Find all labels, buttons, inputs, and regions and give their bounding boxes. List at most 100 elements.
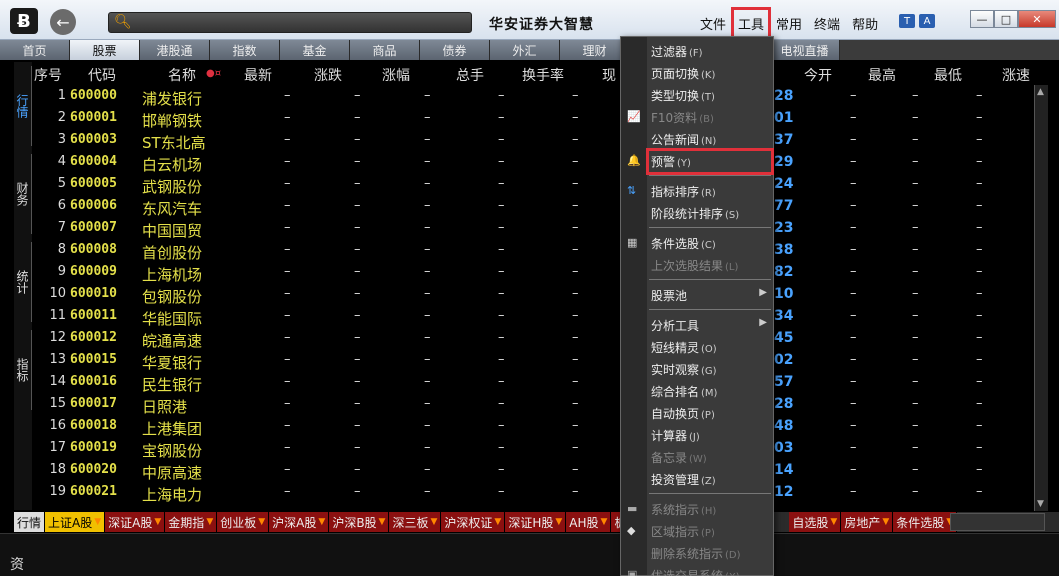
table-row[interactable]: 12 600012 皖通高速 – – – – – – – – 45 [32,327,1042,350]
column-header-6[interactable]: 总手 [456,65,484,85]
tools-menu-item-18[interactable]: 投资管理 (Z) [651,471,769,488]
table-row[interactable]: 11 600011 华能国际 – – – – – – – – 34 [32,305,1042,328]
tab-0[interactable]: 首页 [0,40,70,60]
column-header-11[interactable]: 最低 [934,65,962,85]
maximize-button[interactable]: □ [994,10,1018,28]
tools-menu-item-4[interactable]: 公告新闻 (N) [651,131,769,148]
close-button[interactable]: ✕ [1018,10,1056,28]
table-row[interactable]: 13 600015 华夏银行 – – – – – – – – 02 [32,349,1042,372]
mini-icon-0[interactable]: T [899,14,915,28]
menu-1[interactable]: 工具 [731,7,772,40]
tools-menu-item-13[interactable]: 实时观察 (G) [651,361,769,378]
column-header-8[interactable]: 现 [602,65,616,85]
bottom-tab-right-1[interactable]: 房地产 ▼ [841,512,894,532]
bottom-tab-1[interactable]: 上证A股 ▼ [45,512,106,532]
tools-menu-item-14[interactable]: 综合排名 (M) [651,383,769,400]
bottom-tab-4[interactable]: 创业板 ▼ [217,512,270,532]
tools-menu-item-2[interactable]: 类型切换 (T) [651,87,769,104]
mini-icon-1[interactable]: A [919,14,935,28]
tab-1[interactable]: 股票 [70,40,140,60]
tools-menu-item-17[interactable]: 备忘录 (W) [651,449,769,466]
horizontal-scrollbar[interactable] [950,513,1045,531]
menu-4[interactable]: 帮助 [852,14,878,33]
tab-6[interactable]: 债券 [420,40,490,60]
tools-menu-item-21[interactable]: 删除系统指示 (D) [651,545,769,562]
tools-menu-item-12[interactable]: 短线精灵 (O) [651,339,769,356]
tab-11[interactable]: 电视直播 [770,40,840,60]
menu-0[interactable]: 文件 [700,14,726,33]
stock-name: 邯郸钢铁 [142,112,203,130]
tab-3[interactable]: 指数 [210,40,280,60]
bottom-tab-right-0[interactable]: 自选股 ▼ [789,512,842,532]
table-row[interactable]: 14 600016 民生银行 – – – – – – – – 57 [32,371,1042,394]
scroll-down-icon[interactable]: ▼ [1037,499,1044,509]
tools-menu-item-19[interactable]: 系统指示 (H) [651,501,769,518]
table-row[interactable]: 16 600018 上港集团 – – – – – – – – 48 [32,415,1042,438]
bottom-tab-6[interactable]: 沪深B股 ▼ [329,512,390,532]
vertical-scrollbar[interactable]: ▲ ▼ [1034,85,1048,511]
tools-menu-item-5[interactable]: 预警 (Y) [646,148,774,175]
column-header-10[interactable]: 最高 [868,65,896,85]
tools-menu-item-0[interactable]: 过滤器 (F) [651,43,769,60]
tools-menu-item-16[interactable]: 计算器 (J) [651,427,769,444]
column-header-5[interactable]: 涨幅 [382,65,410,85]
scroll-up-icon[interactable]: ▲ [1037,87,1044,97]
bottom-tab-0[interactable]: 行情 [14,512,46,532]
tools-menu-item-22[interactable]: 优选交易系统(X) [651,567,769,576]
table-row[interactable]: 7 600007 中国国贸 – – – – – – – – 23 [32,217,1042,240]
side-tab-3[interactable]: 指标 [14,330,32,410]
column-header-3[interactable]: 最新 [244,65,272,85]
column-header-2[interactable]: 名称 [168,65,196,85]
column-header-9[interactable]: 今开 [804,65,832,85]
table-row[interactable]: 10 600010 包钢股份 – – – – – – – – 10 [32,283,1042,306]
tools-menu-item-11[interactable]: 分析工具 ▶ [651,317,769,334]
menu-2[interactable]: 常用 [776,14,802,33]
tools-menu-item-7[interactable]: 阶段统计排序 (S) [651,205,769,222]
table-row[interactable]: 17 600019 宝钢股份 – – – – – – – – 03 [32,437,1042,460]
bottom-tab-9[interactable]: 深证H股 ▼ [505,512,567,532]
table-row[interactable]: 8 600008 首创股份 – – – – – – – – 38 [32,239,1042,262]
table-row[interactable]: 2 600001 邯郸钢铁 – – – – – – – – 01 [32,107,1042,130]
search-input[interactable] [133,13,463,32]
bottom-tab-3[interactable]: 金期指 ▼ [165,512,218,532]
tab-4[interactable]: 基金 [280,40,350,60]
bottom-tab-right-2[interactable]: 条件选股▼ [893,512,958,532]
tab-7[interactable]: 外汇 [490,40,560,60]
table-row[interactable]: 5 600005 武钢股份 – – – – – – – – 24 [32,173,1042,196]
bottom-tab-8[interactable]: 沪深权证 ▼ [441,512,506,532]
side-tab-2[interactable]: 统计 [14,242,32,322]
bottom-tab-2[interactable]: 深证A股 ▼ [105,512,166,532]
column-header-0[interactable]: 序号 [34,65,62,85]
minimize-button[interactable]: — [970,10,994,28]
tools-menu-item-9[interactable]: 上次选股结果 (L) [651,257,769,274]
side-tab-1[interactable]: 财务 [14,154,32,234]
column-header-7[interactable]: 换手率 [522,65,564,85]
bottom-tab-5[interactable]: 沪深A股 ▼ [269,512,330,532]
tools-menu-item-10[interactable]: 股票池 ▶ [651,287,769,304]
table-row[interactable]: 19 600021 上海电力 – – – – – – – – 12 [32,481,1042,504]
table-row[interactable]: 9 600009 上海机场 – – – – – – – – 82 [32,261,1042,284]
table-row[interactable]: 4 600004 白云机场 – – – – – – – – 29 [32,151,1042,174]
tools-menu-item-1[interactable]: 页面切换 (K) [651,65,769,82]
table-row[interactable]: 18 600020 中原高速 – – – – – – – – 14 [32,459,1042,482]
tools-menu-item-6[interactable]: 指标排序 (R) [651,183,769,200]
side-tab-0[interactable]: 行情 [14,66,32,146]
table-row[interactable]: 3 600003 ST东北高 – – – – – – – – 37 [32,129,1042,152]
menu-3[interactable]: 终端 [814,14,840,33]
bottom-tab-7[interactable]: 深三板 ▼ [389,512,442,532]
table-row[interactable]: 15 600017 日照港 – – – – – – – – 28 [32,393,1042,416]
column-header-4[interactable]: 涨跌 [314,65,342,85]
tab-2[interactable]: 港股通 [140,40,210,60]
bottom-tab-10[interactable]: AH股 ▼ [566,512,612,532]
search-box[interactable]: 🔍︎ [108,12,472,33]
tools-menu-item-15[interactable]: 自动换页 (P) [651,405,769,422]
column-header-12[interactable]: 涨速 [1002,65,1030,85]
tools-menu-item-8[interactable]: 条件选股 (C) [651,235,769,252]
table-row[interactable]: 1 600000 浦发银行 – – – – – – – – 28 [32,85,1042,108]
tools-menu-item-20[interactable]: 区域指示 (P) [651,523,769,540]
back-arrow-icon[interactable]: ← [50,9,76,35]
tools-menu-item-3[interactable]: F10资料 (B) [651,109,769,126]
tab-5[interactable]: 商品 [350,40,420,60]
column-header-1[interactable]: 代码 [88,65,116,85]
table-row[interactable]: 6 600006 东风汽车 – – – – – – – – 77 [32,195,1042,218]
